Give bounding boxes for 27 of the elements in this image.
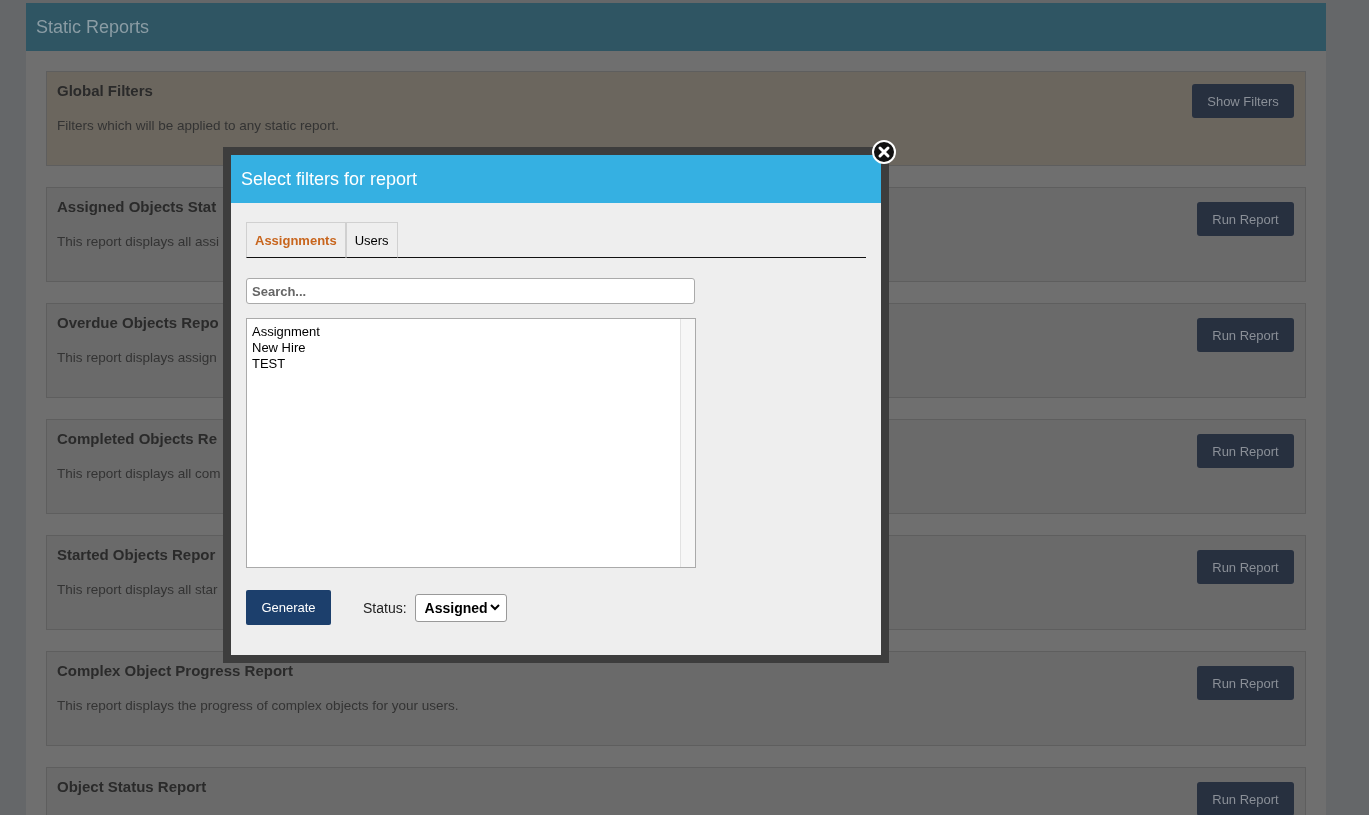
card-title: Completed Objects Re: [57, 430, 219, 447]
tab[interactable]: Users: [345, 222, 398, 258]
show-filters-button[interactable]: Show Filters: [1192, 84, 1294, 118]
card-title: Global Filters: [57, 82, 154, 99]
search-field[interactable]: Search...: [246, 278, 695, 304]
run-report-button[interactable]: Run Report: [1197, 666, 1294, 700]
run-report-button[interactable]: Run Report: [1197, 318, 1294, 352]
card-title: Object Status Report: [57, 778, 207, 795]
run-report-button[interactable]: Run Report: [1197, 782, 1294, 815]
chevron-icon: [489, 604, 500, 611]
list-item[interactable]: New Hire: [252, 340, 675, 356]
status-label: Status:: [363, 599, 407, 616]
run-report-button[interactable]: Run Report: [1197, 202, 1294, 236]
card-title: Complex Object Progress Report: [57, 662, 294, 679]
list-item[interactable]: TEST: [252, 356, 675, 372]
list-item[interactable]: Assignment: [252, 324, 675, 340]
run-report-button[interactable]: Run Report: [1197, 550, 1294, 584]
card-title: Assigned Objects Stat: [57, 198, 218, 215]
run-report-button[interactable]: Run Report: [1197, 434, 1294, 468]
tab[interactable]: Assignments: [246, 222, 346, 258]
generate-button[interactable]: Generate: [246, 590, 331, 625]
panel-title: Static Reports: [36, 16, 150, 38]
modal-title: Select filters for report: [241, 168, 418, 190]
list-box[interactable]: Assignment New Hire TEST: [246, 318, 696, 568]
card-title: Started Objects Repor: [57, 546, 217, 563]
status-select[interactable]: Assigned: [414, 593, 507, 622]
card-title: Overdue Objects Repo: [57, 314, 219, 331]
